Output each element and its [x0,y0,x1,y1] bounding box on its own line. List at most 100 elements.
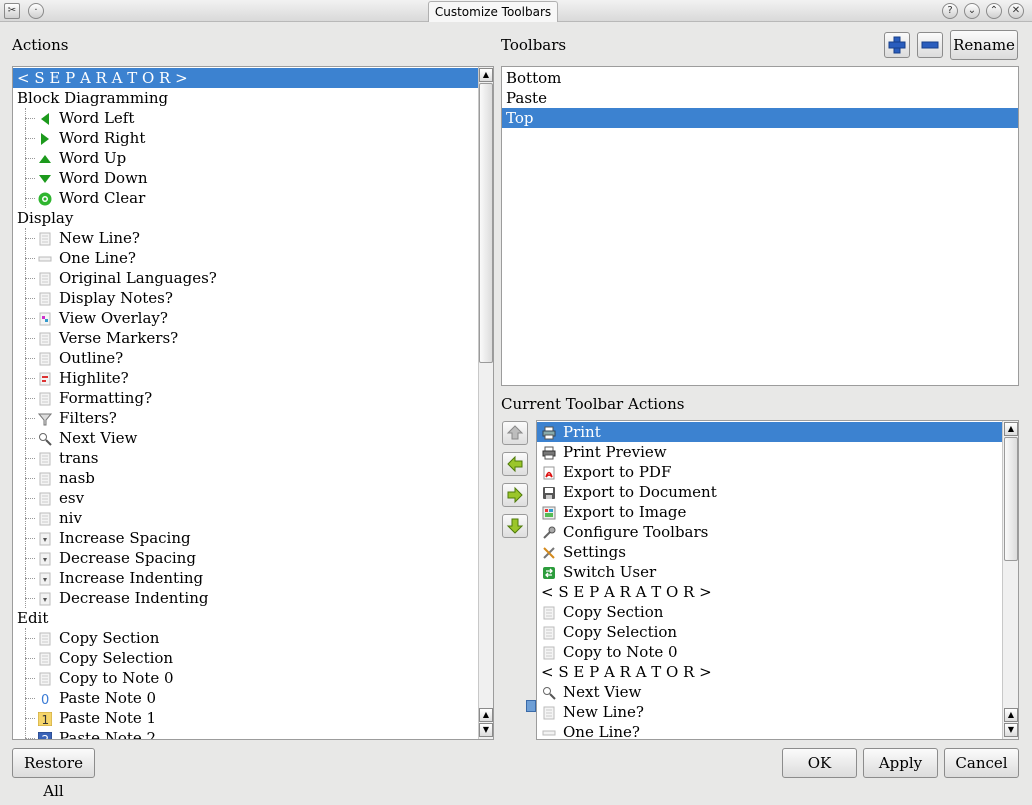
current-action-copy-selection[interactable]: Copy Selection [537,622,1002,642]
add-toolbar-button[interactable] [884,32,910,58]
tree-item-view-overlay[interactable]: View Overlay? [13,308,478,328]
tree-item-nasb[interactable]: nasb [13,468,478,488]
help-icon[interactable]: ? [942,3,958,19]
current-action-copy-section[interactable]: Copy Section [537,602,1002,622]
scroll-up-icon[interactable]: ▲ [1004,708,1018,722]
tree-connector [25,478,35,479]
current-action-switch-user[interactable]: Switch User [537,562,1002,582]
minimize-icon[interactable]: ⌄ [964,3,980,19]
tree-item-paste-note-2[interactable]: Paste Note 2 2 [13,728,478,739]
print-preview-icon [542,445,556,460]
tree-group-display[interactable]: Display [13,208,478,228]
tree-item-increase-indenting[interactable]: Increase Indenting [13,568,478,588]
current-action-one-line[interactable]: One Line? [537,722,1002,739]
tree-item-word-right[interactable]: Word Right [13,128,478,148]
scroll-thumb[interactable] [1004,437,1018,561]
tree-item-paste-note-1[interactable]: Paste Note 1 1 [13,708,478,728]
tree-item-formatting[interactable]: Formatting? [13,388,478,408]
current-action-new-line[interactable]: New Line? [537,702,1002,722]
restore-all-button[interactable]: Restore All [12,748,95,800]
tree-group-block-diagramming[interactable]: Block Diagramming [13,88,478,108]
current-action-settings[interactable]: Settings [537,542,1002,562]
tree-item-copy-selection[interactable]: Copy Selection [13,648,478,668]
tree-group-s-e-p-a-r-a-t-o-r[interactable]: < S E P A R A T O R > [13,68,478,88]
current-action-copy-to-note-0[interactable]: Copy to Note 0 [537,642,1002,662]
toolbars-list[interactable]: Bottom Paste Top [501,66,1019,386]
move-left-button[interactable] [502,452,528,476]
tree-connector [25,538,35,539]
tree-item-niv[interactable]: niv [13,508,478,528]
tree-connector [25,198,35,199]
toolbar-item-bottom[interactable]: Bottom [502,68,1018,88]
current-action-label: Print Preview [563,443,667,461]
tree-item-verse-markers[interactable]: Verse Markers? [13,328,478,348]
tree-item-esv[interactable]: esv [13,488,478,508]
cancel-button[interactable]: Cancel [944,748,1019,778]
toolbar-item-top[interactable]: Top [502,108,1018,128]
current-action-print[interactable]: Print [537,422,1002,442]
tree-item-decrease-indenting[interactable]: Decrease Indenting [13,588,478,608]
tree-item-next-view[interactable]: Next View [13,428,478,448]
tree-item-word-up[interactable]: Word Up [13,148,478,168]
tree-group-edit[interactable]: Edit [13,608,478,628]
one-line-icon [38,251,52,265]
close-icon[interactable]: ✕ [1008,3,1024,19]
tree-item-word-down[interactable]: Word Down [13,168,478,188]
rename-button[interactable]: Rename [950,30,1018,60]
sticky-icon[interactable]: · [28,3,44,19]
tree-item-word-left[interactable]: Word Left [13,108,478,128]
actions-tree[interactable]: < S E P A R A T O R > Block Diagramming Wo… [12,66,494,740]
tree-item-copy-section[interactable]: Copy Section [13,628,478,648]
current-action-next-view[interactable]: Next View [537,682,1002,702]
next-view-icon [542,685,556,700]
tree-item-outline[interactable]: Outline? [13,348,478,368]
move-right-button[interactable] [502,483,528,507]
current-scrollbar[interactable]: ▲ ▲ ▼ [1002,421,1018,739]
move-up-button[interactable] [502,421,528,445]
tree-connector [25,108,26,128]
item-label: esv [59,489,85,507]
current-actions-list[interactable]: Print Print Preview Export to PDF Export to… [536,420,1019,740]
scroll-up-icon[interactable]: ▲ [479,68,493,82]
ok-button[interactable]: OK [782,748,857,778]
remove-toolbar-button[interactable] [917,32,943,58]
scroll-down-icon[interactable]: ▼ [1004,723,1018,737]
scroll-down-icon[interactable]: ▼ [479,723,493,737]
next-view-icon [38,431,52,446]
scroll-thumb[interactable] [479,83,493,363]
tree-connector [25,458,35,459]
current-action-s-e-p-a-r-a-t-o-r[interactable]: < S E P A R A T O R > [537,582,1002,602]
tree-connector [25,168,26,188]
current-action-s-e-p-a-r-a-t-o-r[interactable]: < S E P A R A T O R > [537,662,1002,682]
apply-button[interactable]: Apply [863,748,938,778]
actions-scrollbar[interactable]: ▲ ▲ ▼ [478,67,493,739]
toolbar-item-paste[interactable]: Paste [502,88,1018,108]
tree-item-increase-spacing[interactable]: Increase Spacing [13,528,478,548]
tree-item-new-line[interactable]: New Line? [13,228,478,248]
tree-connector [25,188,26,208]
current-action-export-to-pdf[interactable]: Export to PDF [537,462,1002,482]
tree-item-decrease-spacing[interactable]: Decrease Spacing [13,548,478,568]
tree-item-word-clear[interactable]: Word Clear [13,188,478,208]
current-action-export-to-document[interactable]: Export to Document [537,482,1002,502]
current-action-label: Switch User [563,563,657,581]
tree-item-highlite[interactable]: Highlite? [13,368,478,388]
tree-item-copy-to-note-0[interactable]: Copy to Note 0 [13,668,478,688]
tree-item-original-languages[interactable]: Original Languages? [13,268,478,288]
current-action-configure-toolbars[interactable]: Configure Toolbars [537,522,1002,542]
item-label: Word Up [59,149,127,167]
tree-item-trans[interactable]: trans [13,448,478,468]
move-down-button[interactable] [502,514,528,538]
tree-item-one-line[interactable]: One Line? [13,248,478,268]
current-action-print-preview[interactable]: Print Preview [537,442,1002,462]
window-menu-icon[interactable]: ✂ [4,3,20,19]
tree-item-paste-note-0[interactable]: Paste Note 0 0 [13,688,478,708]
tree-connector [25,128,26,148]
scroll-up-icon[interactable]: ▲ [479,708,493,722]
tree-item-display-notes[interactable]: Display Notes? [13,288,478,308]
configure-icon [542,525,556,539]
tree-item-filters[interactable]: Filters? [13,408,478,428]
current-action-export-to-image[interactable]: Export to Image [537,502,1002,522]
scroll-up-icon[interactable]: ▲ [1004,422,1018,436]
maximize-icon[interactable]: ⌃ [986,3,1002,19]
